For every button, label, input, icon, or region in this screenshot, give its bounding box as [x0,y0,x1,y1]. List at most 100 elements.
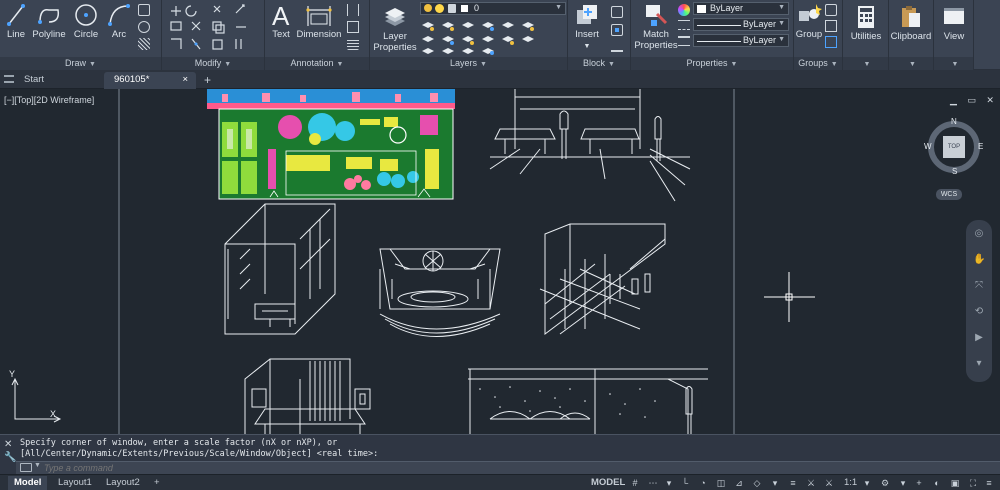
tab-layout1[interactable]: Layout1 [52,476,98,490]
workspace-gear-icon[interactable]: ⚙ [880,478,890,488]
annotation-scale-dropdown-icon[interactable]: ▾ [862,478,872,488]
ortho-icon[interactable]: └ [680,478,690,488]
layer-lock-icon [448,4,456,13]
text-tool[interactable]: A Text [268,2,294,40]
table-grid-icon[interactable] [347,38,359,50]
ellipse-icon[interactable] [138,21,150,33]
model-space-toggle[interactable]: MODEL [585,476,631,490]
zoom-extents-icon[interactable]: ⤧ [973,280,985,292]
draw-panel-title[interactable]: Draw ▼ [0,57,161,70]
showmotion-icon[interactable]: ▶ [973,332,985,344]
chevron-down-icon[interactable]: ▼ [34,462,41,469]
view-panel-title[interactable]: ▼ [934,57,973,70]
annotation-panel-title[interactable]: Annotation ▼ [265,57,369,70]
snap-icon[interactable]: ⋯ [648,478,658,488]
annotation-visibility-icon[interactable]: ⚔ [806,478,816,488]
pan-icon[interactable]: ✋ [973,254,985,266]
lineweight-dropdown[interactable]: ByLayer ▼ [693,34,789,47]
modify-panel: Modify ▼ [162,0,265,70]
viewcube[interactable]: TOP N S E W [924,117,984,177]
block-attribute-icon[interactable] [611,40,623,52]
annotation-scale[interactable]: 1:1 [838,476,863,490]
hardware-acceleration-icon[interactable]: ▣ [950,478,960,488]
close-icon[interactable]: ✕ [4,439,12,450]
linetype-dropdown[interactable]: ByLayer ▼ [693,18,789,31]
layers-panel: Layer Properties 0 ▼ Layers ▼ [370,0,568,70]
properties-panel-title[interactable]: Properties ▼ [631,57,793,70]
viewport-controls-label[interactable]: [−][Top][2D Wireframe] [4,95,94,105]
close-icon[interactable]: × [182,72,188,88]
menu-icon[interactable] [4,75,14,83]
ribbon: Line Polyline Circle Arc Draw ▼ Modify ▼… [0,0,1000,70]
layer-properties-tool[interactable]: Layer Properties [373,4,417,53]
group-select-icon[interactable] [825,36,837,48]
match-properties-tool[interactable]: Match Properties [634,2,678,51]
table-icon[interactable] [347,21,359,33]
isolate-objects-icon[interactable]: ◐ [932,478,942,488]
block-panel-title[interactable]: Block ▼ [568,57,630,70]
drawing-canvas[interactable]: [−][Top][2D Wireframe] ▁ ▭ ✕ Y X TOP N S… [0,89,1000,434]
hatch-icon[interactable] [138,38,150,50]
compass-north[interactable]: N [951,117,957,126]
utilities-tool[interactable]: Utilities [846,4,886,42]
clean-screen-icon[interactable]: ⛶ [968,478,978,488]
leader-icon[interactable] [347,4,359,16]
create-block-icon[interactable] [611,6,623,18]
arc-tool[interactable]: Arc [106,2,132,40]
utilities-panel-title[interactable]: ▼ [843,57,888,70]
layer-dropdown[interactable]: 0 ▼ [420,2,566,15]
viewcube-top-face[interactable]: TOP [943,136,965,158]
add-tab-button[interactable]: + [198,72,217,89]
command-input[interactable] [44,462,984,474]
tab-start[interactable]: Start [14,72,102,89]
color-dropdown[interactable]: ByLayer ▼ [693,2,789,15]
wrench-icon[interactable]: 🔧 [4,452,16,463]
lineweight-toggle-icon[interactable]: ≡ [788,478,798,488]
add-icon[interactable]: + [914,478,924,488]
customize-menu-icon[interactable]: ≡ [984,478,994,488]
layer-tools-icon[interactable] [420,19,566,55]
clipboard-panel-title[interactable]: ▼ [889,57,933,70]
snap-tracking-icon[interactable]: ▾ [770,478,780,488]
snap-dropdown-icon[interactable]: ▾ [664,478,674,488]
auto-scale-icon[interactable]: ⚔ [824,478,834,488]
ungroup-icon[interactable] [825,4,837,16]
polyline-tool[interactable]: Polyline [31,2,67,40]
group-edit-icon[interactable] [825,20,837,32]
workspace-dropdown-icon[interactable]: ▾ [898,478,908,488]
osnap-tracking-icon[interactable]: ⊿ [734,478,744,488]
add-layout-button[interactable]: + [148,476,166,490]
tab-drawing[interactable]: 960105* × [104,72,196,89]
object-snap-icon[interactable]: ◫ [716,478,726,488]
viewport-window-controls[interactable]: ▁ ▭ ✕ [950,95,998,106]
orbit-icon[interactable]: ⟲ [973,306,985,318]
insert-tool[interactable]: Insert ▼ [571,2,603,51]
dimension-tool[interactable]: Dimension [296,2,342,40]
line-tool[interactable]: Line [4,2,28,40]
tab-layout2[interactable]: Layout2 [100,476,146,490]
clipboard-label: Clipboard [890,31,932,42]
color-wheel-icon[interactable] [678,4,690,16]
edit-block-icon[interactable] [611,24,623,36]
rectangle-icon[interactable] [138,4,150,16]
modify-panel-title[interactable]: Modify ▼ [162,57,264,70]
clipboard-tool[interactable]: Clipboard [890,4,932,42]
tab-model[interactable]: Model [8,476,48,490]
circle-tool[interactable]: Circle [71,2,101,40]
steering-wheel-icon[interactable]: ◎ [973,228,985,240]
navbar-menu-icon[interactable]: ▾ [973,358,985,370]
polar-tracking-icon[interactable]: ◔ [698,478,708,488]
compass-west[interactable]: W [924,142,932,151]
isodraft-icon[interactable]: ◇ [752,478,762,488]
wcs-menu[interactable]: WCS [936,189,962,200]
modify-tools-icon[interactable] [168,3,260,53]
compass-east[interactable]: E [978,142,983,151]
group-tool[interactable]: Group [795,2,823,40]
groups-panel-title[interactable]: Groups ▼ [794,57,842,70]
compass-south[interactable]: S [952,167,957,176]
layers-panel-title[interactable]: Layers ▼ [370,57,567,70]
grid-icon[interactable]: # [630,478,640,488]
match-properties-label: Match [643,29,669,40]
view-tool[interactable]: View [936,4,972,42]
command-prompt-icon[interactable] [20,463,32,472]
